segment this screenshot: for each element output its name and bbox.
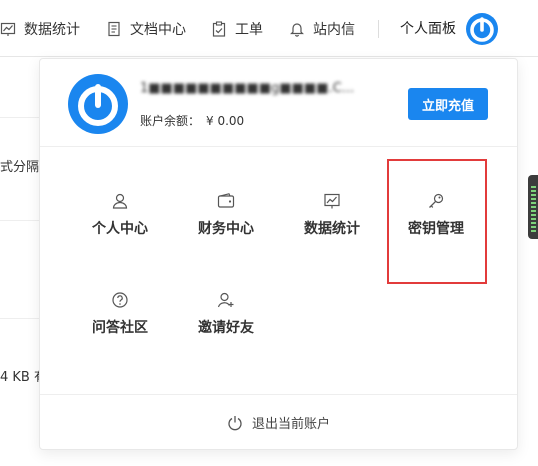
add-user-icon [217, 292, 234, 308]
menu-item-label: 财务中心 [198, 221, 254, 237]
nav-item-label: 工单 [235, 22, 263, 38]
chart-icon [324, 193, 340, 209]
personal-panel-label[interactable]: 个人面板 [400, 18, 456, 38]
nav-divider [378, 20, 379, 38]
nav-item-label: 数据统计 [24, 22, 80, 38]
bell-icon [290, 23, 304, 37]
highlight-annotation [387, 159, 487, 284]
menu-item-personal-center[interactable]: 个人中心 [70, 192, 170, 262]
nav-item-docs[interactable]: 文档中心 [106, 18, 186, 40]
question-icon [112, 292, 128, 308]
username: 1■■■■■■■■■■g■■■■.C... [140, 81, 355, 96]
logout-label: 退出当前账户 [251, 417, 330, 432]
recharge-button[interactable]: 立即充值 [408, 88, 488, 120]
personal-panel-dropdown: 1■■■■■■■■■■g■■■■.C... 账户余额： ¥ 0.00 立即充值 个… [39, 58, 518, 450]
user-avatar[interactable] [466, 13, 498, 45]
nav-item-label: 文档中心 [130, 22, 186, 38]
balance-label: 账户余额： [140, 114, 201, 128]
chart-icon [0, 22, 16, 36]
nav-item-tickets[interactable]: 工单 [211, 18, 263, 40]
power-icon [228, 415, 242, 430]
menu-item-label: 个人中心 [92, 221, 148, 237]
user-icon [112, 193, 128, 209]
menu-item-data-stats[interactable]: 数据统计 [282, 192, 382, 262]
menu-item-finance-center[interactable]: 财务中心 [176, 192, 276, 262]
profile-avatar [68, 74, 128, 134]
menu-item-label: 邀请好友 [198, 320, 254, 336]
side-widget-indicator [531, 186, 536, 232]
menu-item-qa-community[interactable]: 问答社区 [70, 291, 170, 361]
account-balance: 账户余额： ¥ 0.00 [140, 112, 244, 129]
menu-item-invite-friends[interactable]: 邀请好友 [176, 291, 276, 361]
top-navigation: 数据统计 文档中心 工单 站内信 个人面板 [0, 0, 538, 57]
balance-value: ¥ 0.00 [206, 114, 245, 128]
nav-item-data-stats[interactable]: 数据统计 [0, 18, 80, 40]
clipboard-icon [212, 21, 226, 37]
wallet-icon [217, 193, 235, 208]
profile-section: 1■■■■■■■■■■g■■■■.C... 账户余额： ¥ 0.00 立即充值 [40, 59, 517, 147]
background-divider [0, 117, 40, 118]
menu-item-label: 问答社区 [92, 320, 148, 336]
menu-item-label: 数据统计 [304, 221, 360, 237]
background-text: 式分隔 [0, 160, 40, 175]
background-divider [0, 318, 40, 319]
nav-item-messages[interactable]: 站内信 [289, 18, 355, 40]
logout-button[interactable]: 退出当前账户 [40, 394, 517, 450]
background-divider [0, 220, 40, 221]
nav-item-label: 站内信 [313, 22, 355, 38]
document-icon [108, 21, 120, 37]
